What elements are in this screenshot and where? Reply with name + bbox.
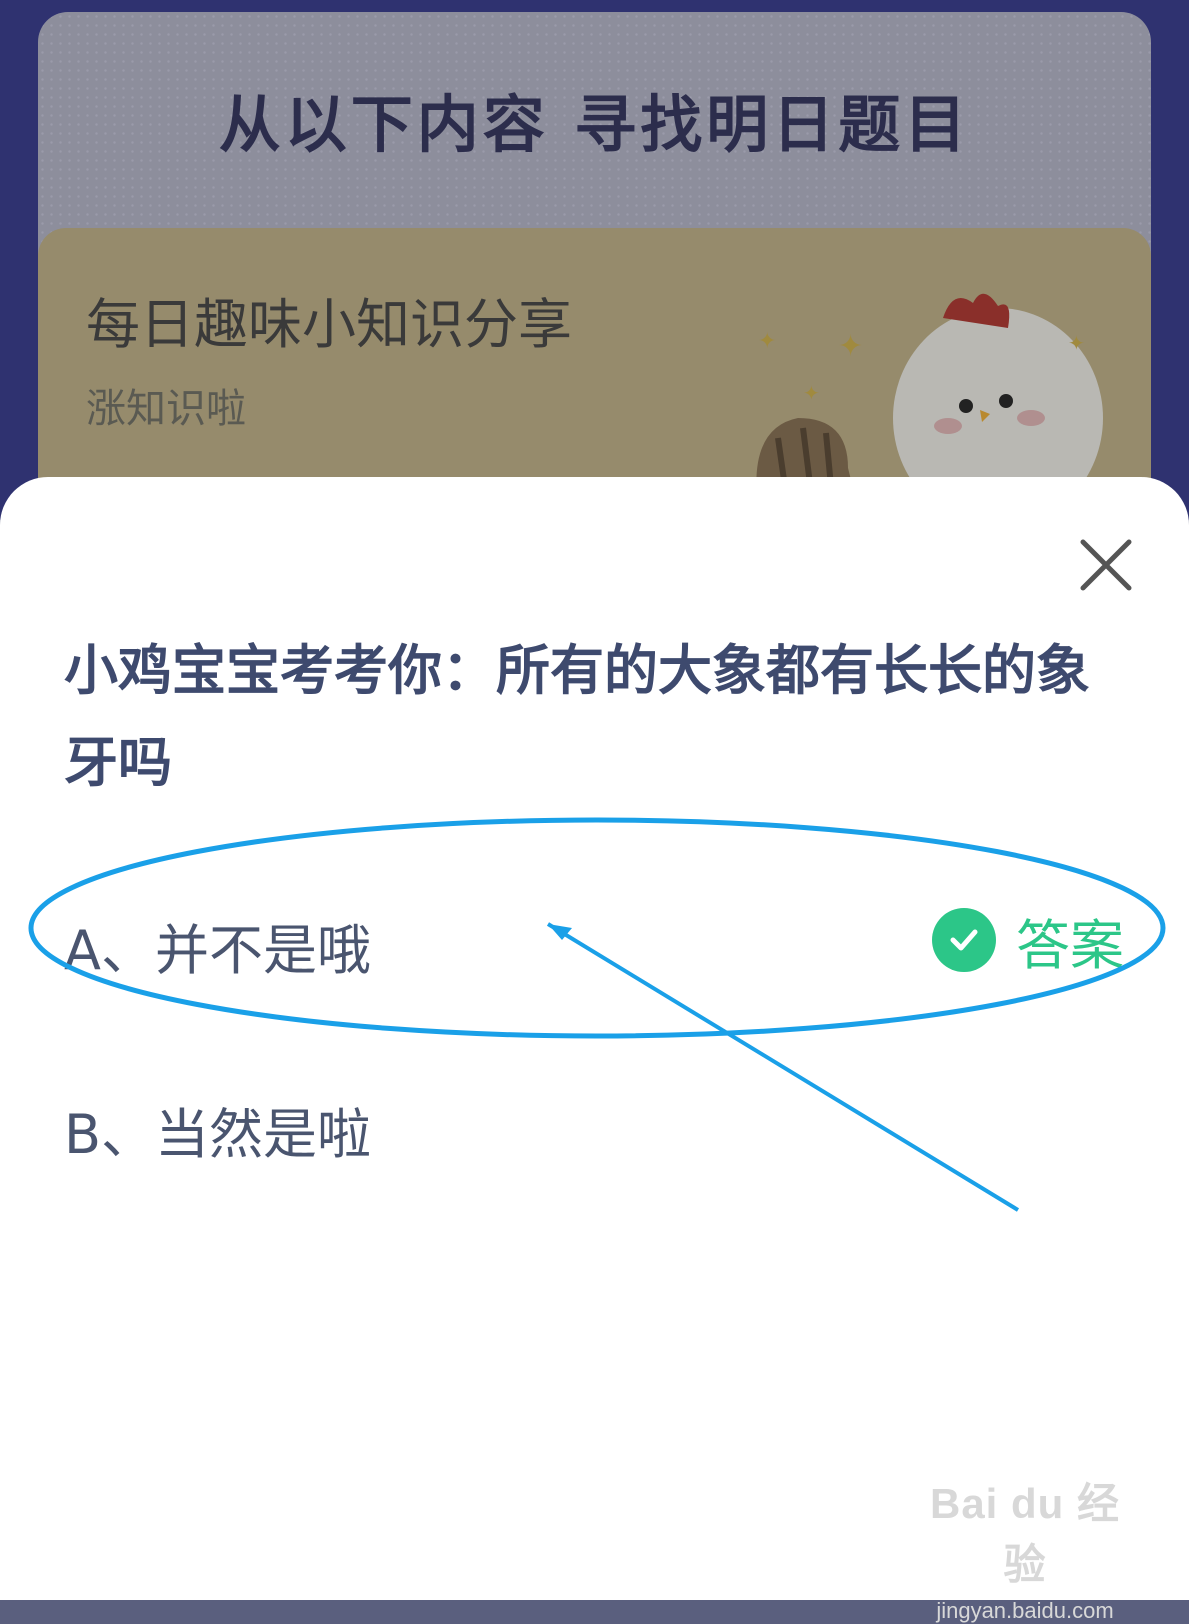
close-icon[interactable] [1075, 534, 1137, 596]
correct-answer-badge: 答案 [932, 906, 1124, 977]
watermark-url: jingyan.baidu.com [936, 1598, 1114, 1623]
option-a[interactable]: A、并不是哦 [64, 906, 371, 985]
baidu-watermark: Bai du 经验 jingyan.baidu.com [910, 1470, 1140, 1623]
answer-label: 答案 [1016, 913, 1124, 977]
svg-text:✦: ✦ [758, 329, 776, 354]
background-headline: 从以下内容 寻找明日题目 [218, 88, 971, 161]
quiz-question: 小鸡宝宝考考你：所有的大象都有长长的象牙吗 [64, 639, 1090, 794]
chicken-mascot-icon: ✦ ✦ ✦ ✦ [756, 293, 1103, 508]
watermark-logo: Bai du 经验 [929, 1480, 1120, 1588]
check-circle-icon [932, 908, 996, 972]
banner-subtitle: 涨知识啦 [86, 386, 246, 432]
svg-text:✦: ✦ [1068, 331, 1085, 355]
checkmark-icon [950, 929, 978, 951]
banner-title: 每日趣味小知识分享 [86, 293, 572, 356]
svg-text:✦: ✦ [838, 329, 863, 364]
option-b[interactable]: B、当然是啦 [64, 1090, 371, 1169]
svg-text:✦: ✦ [803, 381, 820, 405]
